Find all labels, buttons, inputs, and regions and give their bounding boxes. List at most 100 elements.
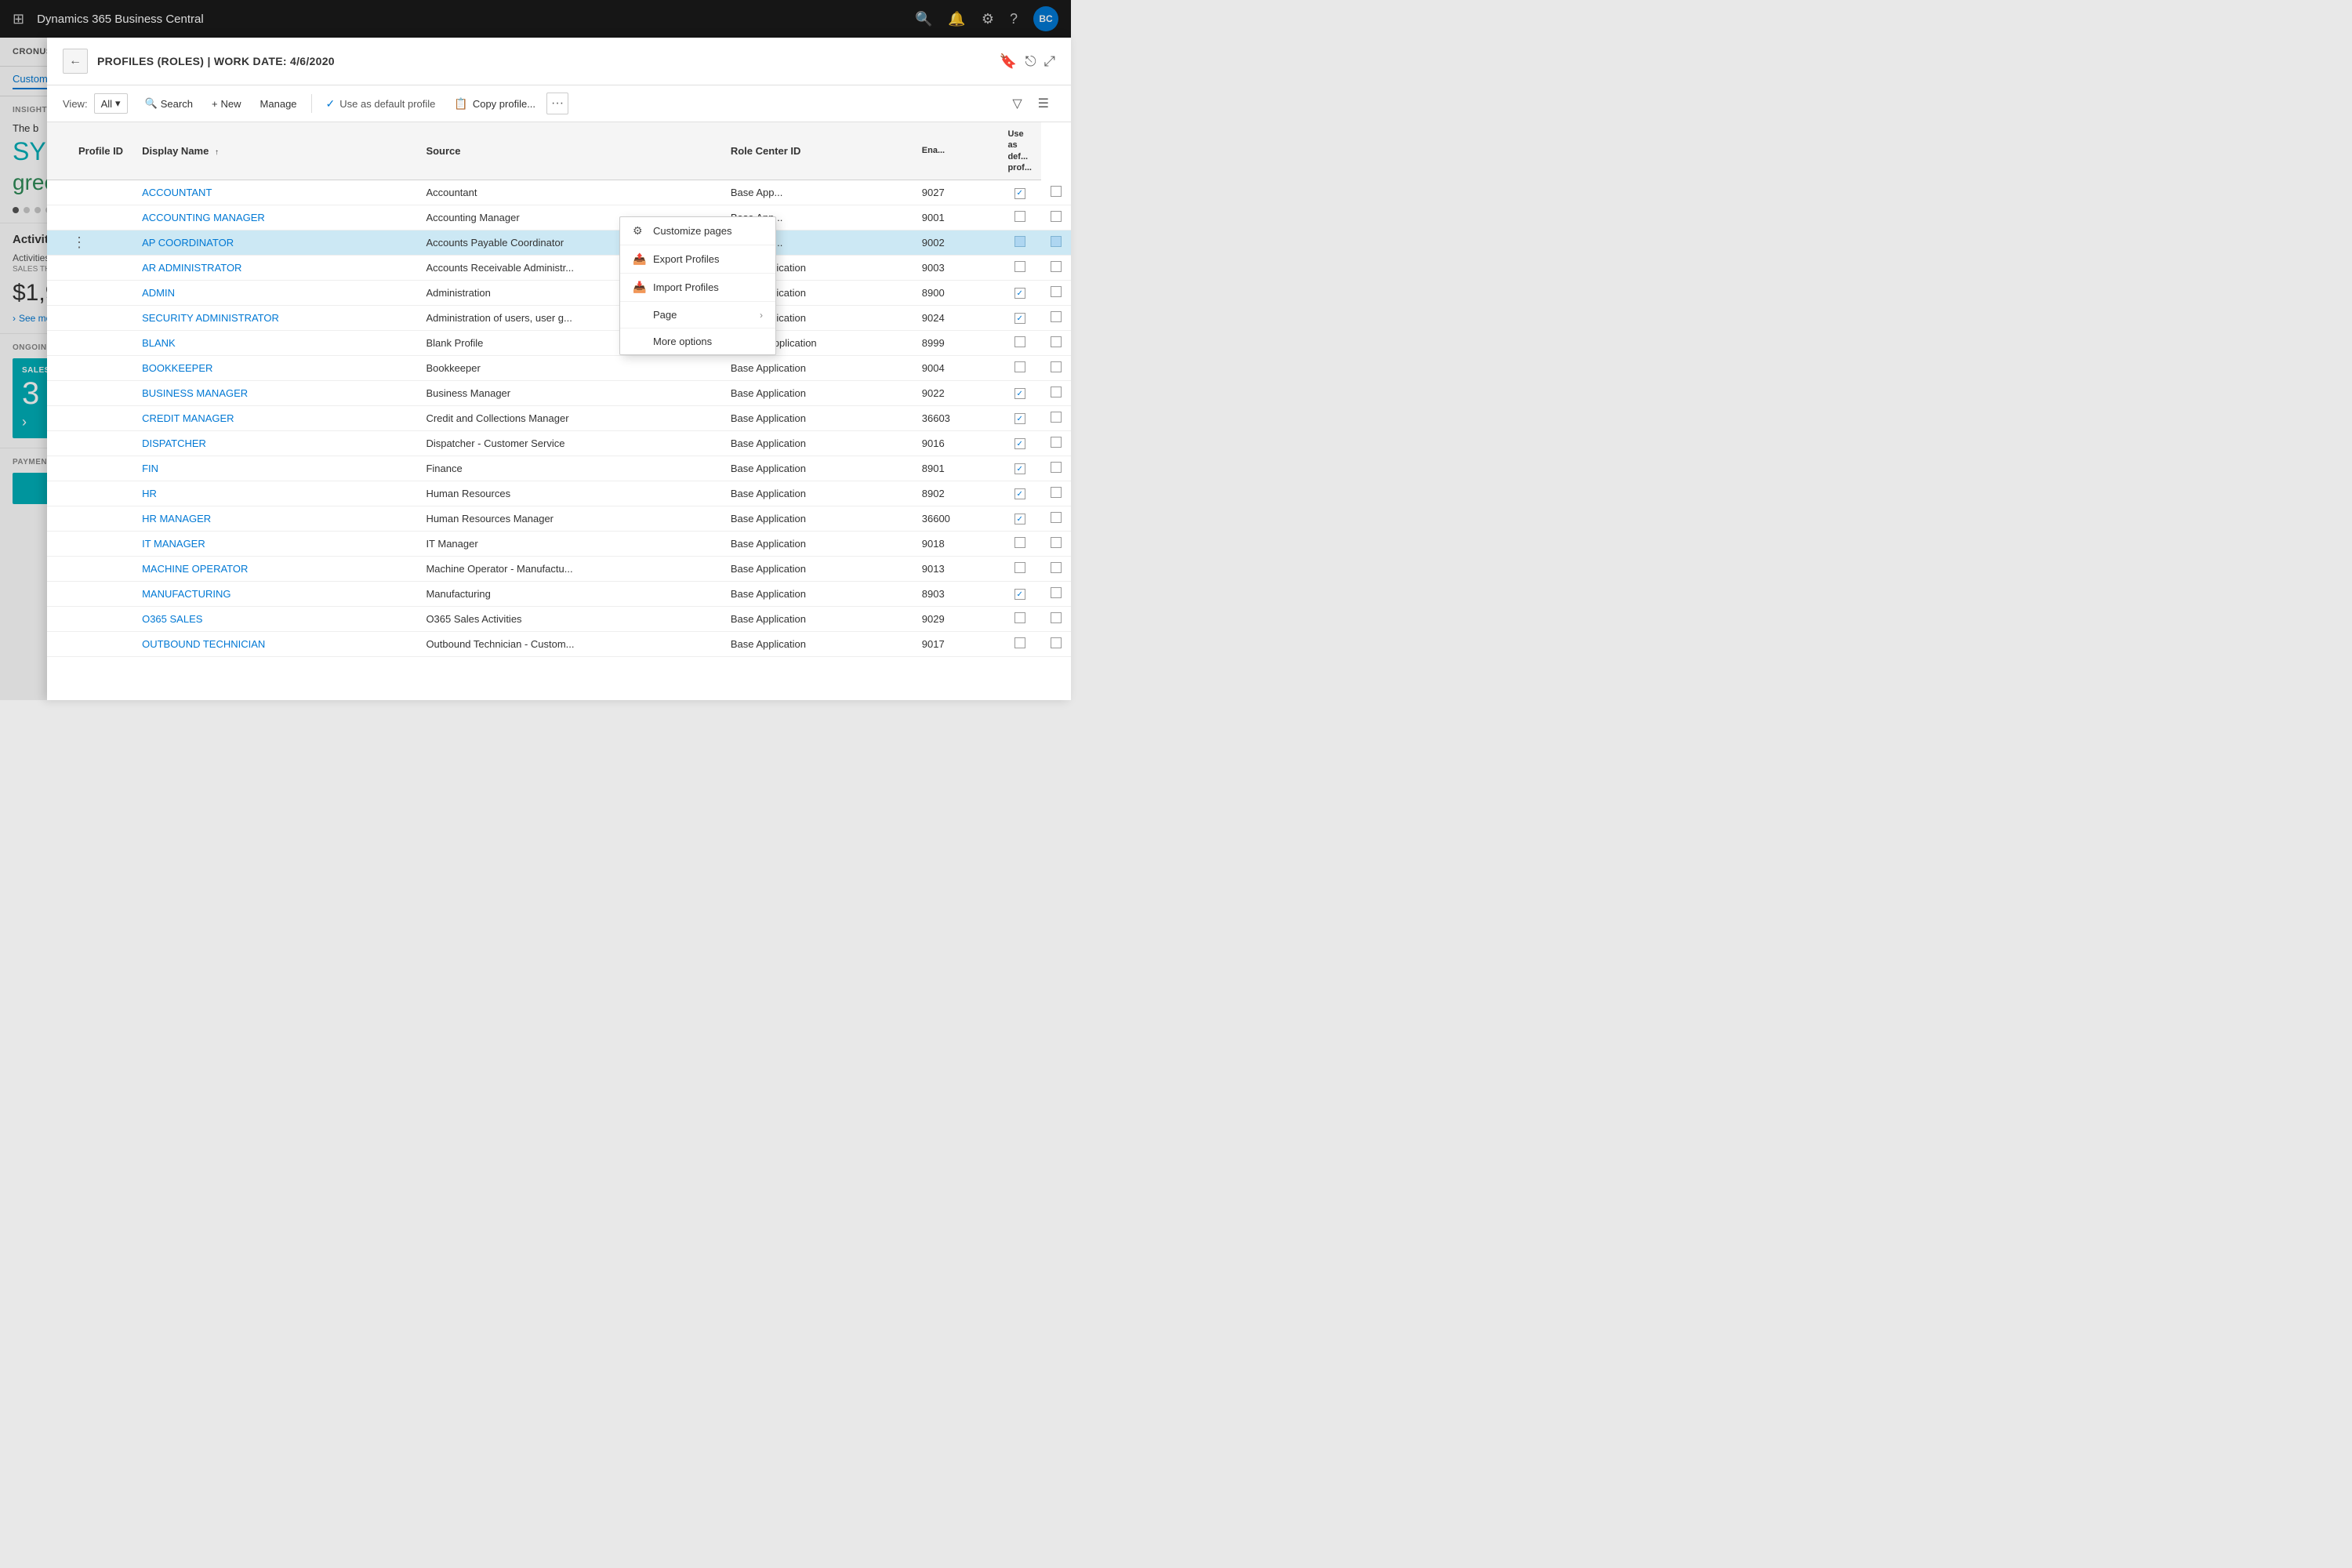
table-row[interactable]: OUTBOUND TECHNICIANOutbound Technician -… — [47, 631, 1071, 656]
enabled-checkbox[interactable] — [1014, 637, 1025, 648]
cell-use-as-default[interactable] — [1041, 631, 1071, 656]
cell-enabled[interactable] — [998, 205, 1041, 230]
cell-use-as-default[interactable] — [1041, 405, 1071, 430]
cell-use-as-default[interactable] — [1041, 581, 1071, 606]
cell-enabled[interactable]: ✓ — [998, 506, 1041, 531]
use-as-default-checkbox[interactable] — [1051, 211, 1062, 222]
menu-item-customize-pages[interactable]: ⚙ Customize pages — [620, 217, 775, 245]
more-options-button[interactable]: ··· — [546, 93, 568, 114]
copy-profile-button[interactable]: 📋 Copy profile... — [446, 93, 543, 114]
use-default-button[interactable]: ✓ Use as default profile — [318, 93, 444, 114]
cell-enabled[interactable] — [998, 556, 1041, 581]
cell-profile-id[interactable]: BUSINESS MANAGER — [132, 380, 416, 405]
cell-enabled[interactable]: ✓ — [998, 305, 1041, 330]
enabled-checkbox[interactable]: ✓ — [1014, 589, 1025, 600]
cell-enabled[interactable]: ✓ — [998, 405, 1041, 430]
cell-use-as-default[interactable] — [1041, 606, 1071, 631]
cell-use-as-default[interactable] — [1041, 305, 1071, 330]
menu-item-export-profiles[interactable]: 📤 Export Profiles — [620, 245, 775, 274]
cell-profile-id[interactable]: ADMIN — [132, 280, 416, 305]
menu-item-import-profiles[interactable]: 📥 Import Profiles — [620, 274, 775, 302]
cell-use-as-default[interactable] — [1041, 355, 1071, 380]
cell-use-as-default[interactable] — [1041, 330, 1071, 355]
cell-enabled[interactable] — [998, 230, 1041, 255]
manage-button[interactable]: Manage — [252, 94, 305, 114]
enabled-checkbox[interactable]: ✓ — [1014, 313, 1025, 324]
use-as-default-checkbox[interactable] — [1051, 261, 1062, 272]
enabled-checkbox[interactable] — [1014, 537, 1025, 548]
cell-profile-id[interactable]: OUTBOUND TECHNICIAN — [132, 631, 416, 656]
cell-profile-id[interactable]: SECURITY ADMINISTRATOR — [132, 305, 416, 330]
cell-enabled[interactable] — [998, 606, 1041, 631]
cell-enabled[interactable] — [998, 531, 1041, 556]
use-as-default-checkbox[interactable] — [1051, 487, 1062, 498]
table-row[interactable]: IT MANAGERIT ManagerBase Application9018 — [47, 531, 1071, 556]
use-as-default-checkbox[interactable] — [1051, 387, 1062, 397]
menu-item-more-options[interactable]: More options — [620, 328, 775, 354]
header-profile-id[interactable]: Profile ID — [69, 122, 132, 180]
table-row[interactable]: ⋮AP COORDINATORAccounts Payable Coordina… — [47, 230, 1071, 255]
table-row[interactable]: ACCOUNTING MANAGERAccounting ManagerBase… — [47, 205, 1071, 230]
enabled-checkbox[interactable]: ✓ — [1014, 288, 1025, 299]
use-as-default-checkbox[interactable] — [1051, 412, 1062, 423]
use-as-default-checkbox[interactable] — [1051, 336, 1062, 347]
table-row[interactable]: MACHINE OPERATORMachine Operator - Manuf… — [47, 556, 1071, 581]
list-view-button[interactable]: ☰ — [1032, 92, 1055, 115]
cell-enabled[interactable]: ✓ — [998, 581, 1041, 606]
back-button[interactable]: ← — [63, 49, 88, 74]
use-as-default-checkbox[interactable] — [1051, 462, 1062, 473]
filter-button[interactable]: ▽ — [1006, 92, 1028, 115]
enabled-checkbox[interactable] — [1014, 261, 1025, 272]
cell-profile-id[interactable]: HR MANAGER — [132, 506, 416, 531]
table-row[interactable]: AR ADMINISTRATORAccounts Receivable Admi… — [47, 255, 1071, 280]
cell-enabled[interactable]: ✓ — [998, 481, 1041, 506]
cell-use-as-default[interactable] — [1041, 255, 1071, 280]
menu-item-page[interactable]: Page › — [620, 302, 775, 328]
table-row[interactable]: FINFinanceBase Application8901✓ — [47, 456, 1071, 481]
enabled-checkbox[interactable] — [1014, 336, 1025, 347]
table-row[interactable]: ACCOUNTANTAccountantBase App...9027✓ — [47, 180, 1071, 205]
view-dropdown[interactable]: All ▾ — [94, 93, 128, 114]
cell-use-as-default[interactable] — [1041, 556, 1071, 581]
cell-use-as-default[interactable] — [1041, 280, 1071, 305]
cell-use-as-default[interactable] — [1041, 456, 1071, 481]
use-as-default-checkbox[interactable] — [1051, 311, 1062, 322]
cell-enabled[interactable] — [998, 355, 1041, 380]
cell-enabled[interactable]: ✓ — [998, 280, 1041, 305]
cell-profile-id[interactable]: BOOKKEEPER — [132, 355, 416, 380]
cell-use-as-default[interactable] — [1041, 481, 1071, 506]
search-button[interactable]: 🔍 Search — [137, 93, 201, 114]
enabled-checkbox[interactable] — [1014, 236, 1025, 247]
cell-enabled[interactable]: ✓ — [998, 380, 1041, 405]
cell-profile-id[interactable]: MANUFACTURING — [132, 581, 416, 606]
cell-profile-id[interactable]: MACHINE OPERATOR — [132, 556, 416, 581]
cell-profile-id[interactable]: IT MANAGER — [132, 531, 416, 556]
enabled-checkbox[interactable]: ✓ — [1014, 438, 1025, 449]
table-row[interactable]: CREDIT MANAGERCredit and Collections Man… — [47, 405, 1071, 430]
cell-use-as-default[interactable] — [1041, 205, 1071, 230]
table-row[interactable]: HRHuman ResourcesBase Application8902✓ — [47, 481, 1071, 506]
cell-profile-id[interactable]: FIN — [132, 456, 416, 481]
table-row[interactable]: BUSINESS MANAGERBusiness ManagerBase App… — [47, 380, 1071, 405]
use-as-default-checkbox[interactable] — [1051, 637, 1062, 648]
cell-profile-id[interactable]: O365 SALES — [132, 606, 416, 631]
table-row[interactable]: BOOKKEEPERBookkeeperBase Application9004 — [47, 355, 1071, 380]
use-as-default-checkbox[interactable] — [1051, 537, 1062, 548]
open-external-icon[interactable]: ⎋ — [1025, 53, 1036, 70]
cell-use-as-default[interactable] — [1041, 180, 1071, 205]
cell-use-as-default[interactable] — [1041, 506, 1071, 531]
enabled-checkbox[interactable] — [1014, 562, 1025, 573]
use-as-default-checkbox[interactable] — [1051, 361, 1062, 372]
use-as-default-checkbox[interactable] — [1051, 236, 1062, 247]
cell-use-as-default[interactable] — [1041, 230, 1071, 255]
use-as-default-checkbox[interactable] — [1051, 437, 1062, 448]
use-as-default-checkbox[interactable] — [1051, 286, 1062, 297]
header-display-name[interactable]: Display Name ↑ — [132, 122, 416, 180]
cell-enabled[interactable] — [998, 631, 1041, 656]
row-action-dots[interactable]: ⋮ — [72, 234, 86, 250]
cell-use-as-default[interactable] — [1041, 380, 1071, 405]
cell-profile-id[interactable]: ACCOUNTANT — [132, 180, 416, 205]
table-row[interactable]: MANUFACTURINGManufacturingBase Applicati… — [47, 581, 1071, 606]
cell-profile-id[interactable]: AP COORDINATOR — [132, 230, 416, 255]
table-row[interactable]: HR MANAGERHuman Resources ManagerBase Ap… — [47, 506, 1071, 531]
